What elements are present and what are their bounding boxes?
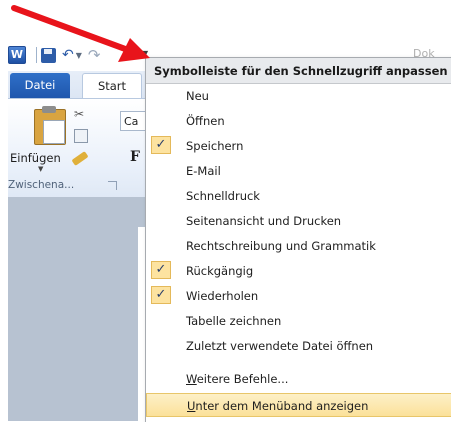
menu-item-email[interactable]: E-Mail: [146, 159, 451, 183]
menu-item-label: Schnelldruck: [186, 189, 260, 203]
paste-dropdown-arrow-icon[interactable]: ▼: [38, 165, 43, 173]
dialog-launcher-icon[interactable]: [108, 181, 117, 190]
menu-item-seitenansicht[interactable]: Seitenansicht und Drucken: [146, 209, 451, 233]
copy-icon[interactable]: [74, 129, 88, 143]
menu-item-neu[interactable]: Neu: [146, 84, 451, 108]
annotation-arrow-icon: [11, 5, 150, 62]
accelerator-letter: W: [186, 372, 197, 386]
bold-button[interactable]: F: [130, 149, 140, 165]
menu-item-label: eitere Befehle...: [196, 372, 289, 386]
cut-icon[interactable]: ✂: [74, 107, 84, 121]
menu-item-label: Rechtschreibung und Grammatik: [186, 239, 376, 253]
menu-item-label: Wiederholen: [186, 289, 259, 303]
document-area: [8, 197, 168, 421]
menu-item-label: Speichern: [186, 139, 244, 153]
checkmark-icon: ✓: [151, 261, 171, 279]
menu-item-tabelle-zeichnen[interactable]: Tabelle zeichnen: [146, 309, 451, 333]
tab-file[interactable]: Datei: [10, 73, 70, 98]
menu-item-zuletzt-verwendet[interactable]: Zuletzt verwendete Datei öffnen: [146, 334, 451, 358]
menu-item-oeffnen[interactable]: Öffnen: [146, 109, 451, 133]
menu-item-label: Rückgängig: [186, 264, 254, 278]
menu-item-rueckgaengig[interactable]: ✓ Rückgängig: [146, 259, 451, 283]
customize-qat-menu: Symbolleiste für den Schnellzugriff anpa…: [145, 57, 451, 422]
checkmark-icon: ✓: [151, 136, 171, 154]
menu-item-wiederholen[interactable]: ✓ Wiederholen: [146, 284, 451, 308]
tab-start[interactable]: Start: [82, 73, 142, 99]
menu-item-label: E-Mail: [186, 164, 221, 178]
paste-button-label[interactable]: Einfügen: [10, 151, 66, 165]
ribbon-home: Einfügen ▼ ✂ Ca F Zwischena...: [8, 98, 168, 198]
menu-item-label: nter dem Menüband anzeigen: [195, 399, 369, 413]
format-painter-icon[interactable]: [71, 151, 89, 166]
checkmark-icon: ✓: [151, 286, 171, 304]
menu-item-label: Tabelle zeichnen: [186, 314, 282, 328]
paste-icon[interactable]: [34, 106, 66, 145]
menu-item-weitere-befehle[interactable]: Weitere Befehle...: [146, 367, 451, 391]
ribbon-tabs: Datei Start: [8, 71, 168, 99]
menu-item-label: Öffnen: [186, 114, 225, 128]
menu-item-label: Zuletzt verwendete Datei öffnen: [186, 339, 374, 353]
menu-item-speichern[interactable]: ✓ Speichern: [146, 134, 451, 158]
menu-item-rechtschreibung[interactable]: Rechtschreibung und Grammatik: [146, 234, 451, 258]
menu-item-label: Seitenansicht und Drucken: [186, 214, 342, 228]
menu-item-unter-menueband[interactable]: Unter dem Menüband anzeigen: [146, 393, 451, 417]
menu-header: Symbolleiste für den Schnellzugriff anpa…: [146, 58, 451, 84]
menu-item-schnelldruck[interactable]: Schnelldruck: [146, 184, 451, 208]
menu-item-label: Neu: [186, 89, 209, 103]
